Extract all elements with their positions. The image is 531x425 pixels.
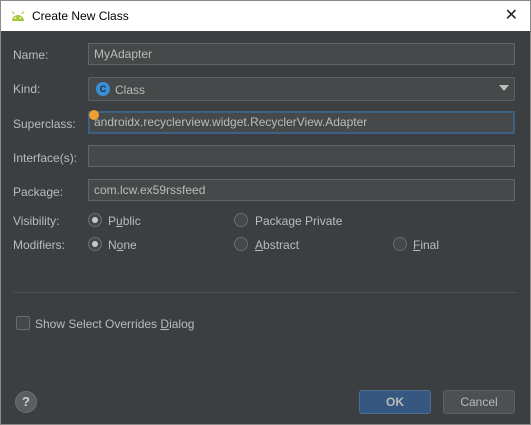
help-icon[interactable]: ? [15, 391, 37, 413]
chevron-down-icon[interactable] [499, 85, 509, 91]
show-overrides-checkbox[interactable] [16, 316, 30, 330]
kind-dropdown[interactable]: C Class [88, 77, 515, 101]
visibility-package-private-radio[interactable] [234, 213, 248, 227]
modifier-final-label[interactable]: Final [413, 238, 439, 252]
interfaces-label: Interface(s): [13, 151, 78, 165]
superclass-label: Superclass: [13, 117, 76, 131]
cancel-button[interactable]: Cancel [443, 390, 515, 414]
visibility-public-radio[interactable] [88, 213, 102, 227]
package-input[interactable]: com.lcw.ex59rssfeed [88, 179, 515, 201]
modifier-abstract-radio[interactable] [234, 237, 248, 251]
window-title: Create New Class [32, 9, 129, 23]
modifier-final-radio[interactable] [393, 237, 407, 251]
visibility-public-label[interactable]: Public [108, 214, 141, 228]
class-icon: C [96, 82, 110, 96]
title-bar[interactable]: Create New Class ✕ [0, 0, 531, 31]
modifier-none-label[interactable]: None [108, 238, 137, 252]
visibility-package-private-label[interactable]: Package Private [255, 214, 342, 228]
cursor-indicator-icon [89, 110, 99, 120]
name-input[interactable]: MyAdapter [88, 43, 515, 65]
modifiers-label: Modifiers: [13, 238, 66, 252]
android-icon [11, 11, 25, 21]
show-overrides-label[interactable]: Show Select Overrides Dialog [35, 317, 194, 331]
modifier-abstract-label[interactable]: Abstract [255, 238, 299, 252]
modifier-none-radio[interactable] [88, 237, 102, 251]
name-label: Name: [13, 48, 49, 62]
close-icon[interactable]: ✕ [505, 7, 518, 23]
separator [13, 292, 516, 293]
ok-button[interactable]: OK [359, 390, 431, 414]
kind-label: Kind: [13, 82, 41, 96]
kind-value: Class [115, 83, 146, 97]
superclass-input[interactable]: androidx.recyclerview.widget.RecyclerVie… [88, 111, 515, 134]
package-label: Package: [13, 185, 64, 199]
visibility-label: Visibility: [13, 214, 60, 228]
interfaces-input[interactable] [88, 145, 515, 167]
